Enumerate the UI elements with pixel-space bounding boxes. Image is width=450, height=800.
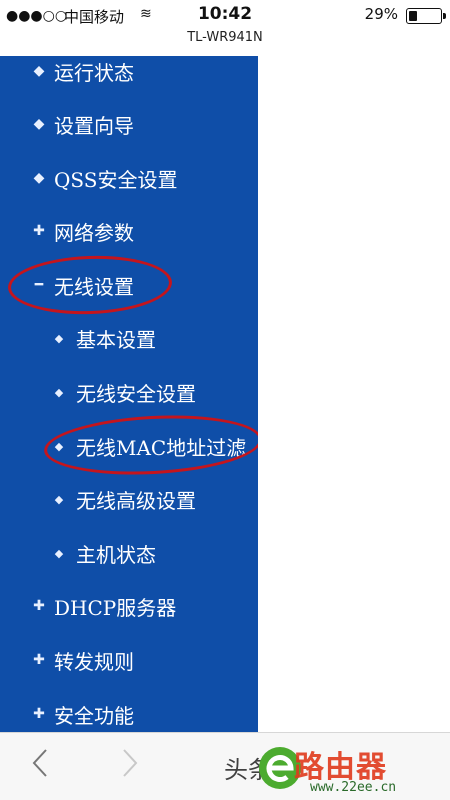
menu-item-dhcp-server[interactable]: ✚ DHCP服务器	[0, 586, 258, 626]
minus-collapse-icon: ━	[34, 277, 44, 293]
menu-item-label: 无线设置	[54, 274, 134, 299]
diamond-bullet-icon: ◆	[54, 385, 64, 399]
menu-item-wireless-security[interactable]: ◆ 无线安全设置	[0, 372, 258, 412]
diamond-bullet-icon: ◆	[54, 546, 64, 560]
plus-expand-icon: ✚	[33, 706, 45, 722]
menu-item-qss-security[interactable]: ◆ QSS安全设置	[0, 158, 258, 198]
watermark: 头条号 路由器 www.22ee.cn	[224, 742, 450, 800]
battery-fill	[409, 11, 417, 21]
menu-item-label: 无线安全设置	[76, 381, 196, 406]
menu-item-label: DHCP服务器	[54, 595, 177, 620]
menu-item-label: 转发规则	[54, 649, 134, 674]
menu-item-setup-wizard[interactable]: ◆ 设置向导	[0, 104, 258, 144]
diamond-bullet-icon: ◆	[33, 63, 45, 79]
page-title: TL-WR941N	[0, 30, 450, 56]
status-bar: ●●●○○ 中国移动 ≋ 10:42 29%	[0, 0, 450, 30]
menu-item-label: QSS安全设置	[54, 167, 178, 192]
battery-percent: 29%	[364, 5, 398, 23]
menu-item-running-status[interactable]: ◆ 运行状态	[0, 56, 258, 91]
menu-item-label: 网络参数	[54, 220, 134, 245]
chevron-right-icon	[123, 749, 138, 777]
menu-item-label: 无线高级设置	[76, 488, 196, 513]
diamond-bullet-icon: ◆	[54, 492, 64, 506]
plus-expand-icon: ✚	[33, 598, 45, 614]
menu-item-forwarding-rules[interactable]: ✚ 转发规则	[0, 640, 258, 680]
menu-item-label: 设置向导	[54, 113, 134, 138]
menu-item-wireless-settings[interactable]: ━ 无线设置	[0, 265, 258, 305]
plus-expand-icon: ✚	[33, 223, 45, 239]
chevron-left-icon	[32, 749, 47, 777]
menu-item-label: 基本设置	[76, 327, 156, 352]
menu-item-label: 无线MAC地址过滤	[76, 435, 247, 460]
diamond-bullet-icon: ◆	[33, 116, 45, 132]
router-menu-panel: ◆ 运行状态 ◆ 设置向导 ◆ QSS安全设置 ✚ 网络参数 ━ 无线设置 ◆ …	[0, 56, 258, 732]
back-button[interactable]	[30, 747, 50, 788]
diamond-bullet-icon: ◆	[33, 170, 45, 186]
menu-item-security-functions[interactable]: ✚ 安全功能	[0, 694, 258, 732]
diamond-bullet-icon: ◆	[54, 331, 64, 345]
menu-item-label: 运行状态	[54, 60, 134, 85]
menu-item-basic-settings[interactable]: ◆ 基本设置	[0, 318, 258, 358]
plus-expand-icon: ✚	[33, 652, 45, 668]
forward-button[interactable]	[120, 747, 140, 788]
menu-item-label: 安全功能	[54, 703, 134, 728]
menu-item-label: 主机状态	[76, 542, 156, 567]
menu-item-host-status[interactable]: ◆ 主机状态	[0, 533, 258, 573]
watermark-url: www.22ee.cn	[310, 780, 397, 795]
battery-icon	[406, 8, 446, 24]
menu-item-wireless-mac-filter[interactable]: ◆ 无线MAC地址过滤	[0, 426, 258, 466]
diamond-bullet-icon: ◆	[54, 439, 64, 453]
menu-item-network-params[interactable]: ✚ 网络参数	[0, 211, 258, 251]
menu-item-wireless-advanced[interactable]: ◆ 无线高级设置	[0, 479, 258, 519]
